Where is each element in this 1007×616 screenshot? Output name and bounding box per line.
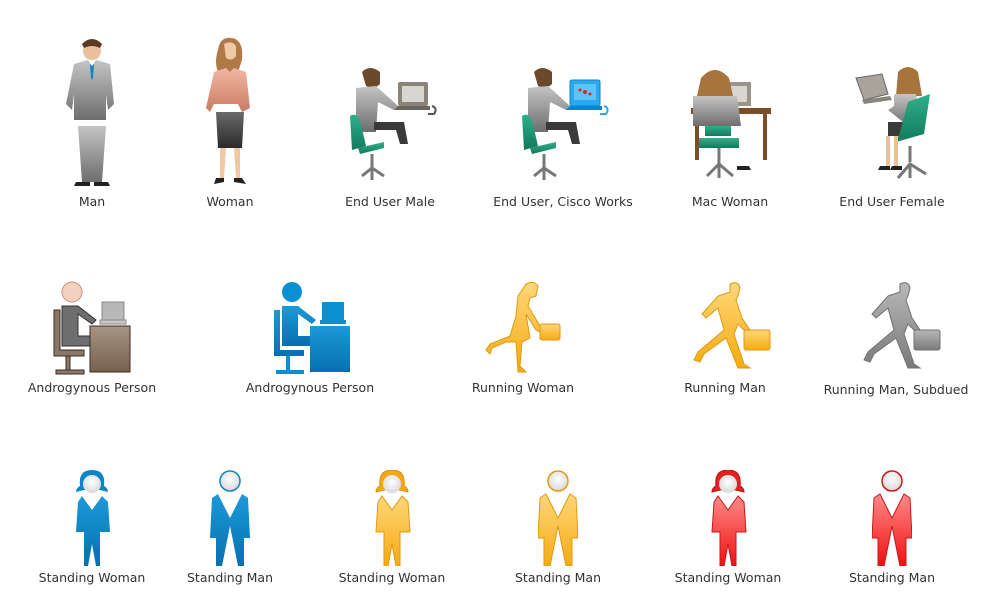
running-man-icon — [693, 282, 771, 369]
shape-standing-man-red[interactable]: Standing Man — [842, 470, 942, 590]
item-label: Mac Woman — [691, 194, 769, 209]
shape-end-user-female[interactable]: End User Female — [836, 36, 948, 216]
shape-standing-woman-blue[interactable]: Standing Woman — [34, 470, 150, 590]
androgynous-person-brown-icon — [53, 281, 131, 375]
standing-woman-red-icon — [711, 470, 747, 566]
item-label: Standing Woman — [338, 570, 446, 585]
shape-woman[interactable]: Woman — [190, 36, 270, 216]
shape-running-man[interactable]: Running Man — [670, 280, 780, 400]
item-label: Running Man, Subdued — [823, 382, 969, 397]
shape-standing-woman-red[interactable]: Standing Woman — [670, 470, 786, 590]
standing-man-blue-icon — [210, 470, 250, 566]
item-label: Running Woman — [471, 380, 575, 395]
item-label: End User, Cisco Works — [493, 194, 633, 209]
running-man-subdued-icon — [863, 282, 941, 369]
shape-standing-man-blue[interactable]: Standing Man — [180, 470, 280, 590]
shape-end-user-male[interactable]: End User Male — [330, 36, 450, 216]
standing-woman-blue-icon — [76, 470, 110, 566]
shape-end-user-cisco-works[interactable]: End User, Cisco Works — [488, 36, 638, 216]
shape-mac-woman[interactable]: Mac Woman — [680, 36, 780, 216]
item-label: Man — [78, 194, 106, 209]
man-icon — [66, 39, 114, 186]
standing-woman-orange-icon — [375, 470, 411, 566]
shape-standing-woman-orange[interactable]: Standing Woman — [334, 470, 450, 590]
shape-running-man-subdued[interactable]: Running Man, Subdued — [816, 280, 976, 404]
shape-androgynous-person-brown[interactable]: Androgynous Person — [26, 280, 158, 400]
standing-man-orange-icon — [538, 470, 578, 566]
shape-standing-man-orange[interactable]: Standing Man — [508, 470, 608, 590]
androgynous-person-blue-icon — [274, 282, 350, 374]
item-label: Standing Woman — [674, 570, 782, 585]
shape-androgynous-person-blue[interactable]: Androgynous Person — [240, 280, 380, 400]
end-user-cisco-works-icon — [522, 68, 609, 180]
end-user-female-icon — [855, 67, 930, 179]
standing-man-red-icon — [872, 470, 912, 566]
end-user-male-icon — [350, 68, 437, 180]
mac-woman-icon — [691, 70, 771, 178]
item-label: End User Male — [345, 194, 435, 209]
item-label: Androgynous Person — [245, 380, 375, 395]
shape-running-woman[interactable]: Running Woman — [468, 280, 578, 400]
woman-icon — [206, 37, 250, 184]
item-label: Standing Man — [514, 570, 602, 585]
shape-man[interactable]: Man — [52, 36, 132, 216]
item-label: Androgynous Person — [27, 380, 157, 395]
item-label: End User Female — [839, 194, 945, 209]
item-label: Woman — [206, 194, 254, 209]
running-woman-icon — [485, 281, 561, 373]
item-label: Standing Man — [848, 570, 936, 585]
item-label: Standing Woman — [38, 570, 146, 585]
item-label: Standing Man — [186, 570, 274, 585]
item-label: Running Man — [684, 380, 766, 395]
